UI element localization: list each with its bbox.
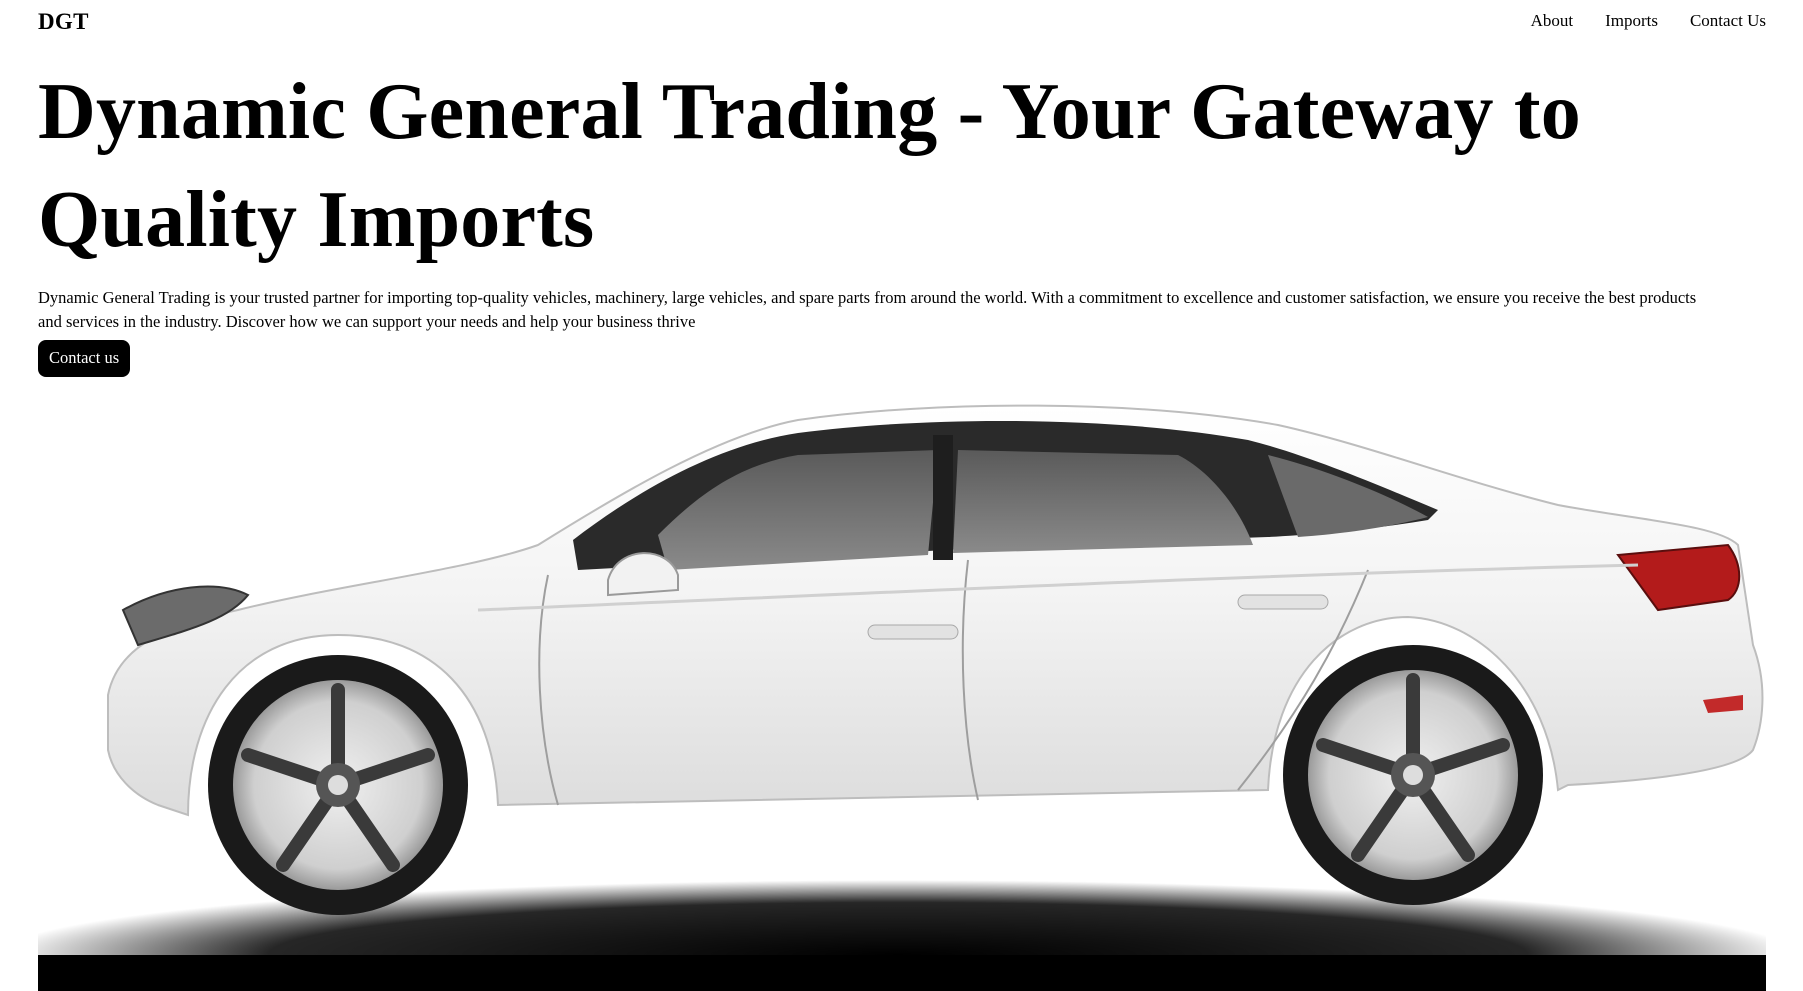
nav-link-contact-us[interactable]: Contact Us [1690, 11, 1766, 31]
car-front-wheel [208, 655, 468, 915]
car-rear-wheel [1283, 645, 1543, 905]
hero-title: Dynamic General Trading - Your Gateway t… [38, 68, 1581, 264]
hero-description: Dynamic General Trading is your trusted … [38, 288, 1697, 331]
brand-logo[interactable]: DGT [38, 10, 89, 33]
page: DGT About Imports Contact Us Dynamic Gen… [38, 0, 1766, 991]
site-header: DGT About Imports Contact Us [38, 0, 1766, 42]
car-door-handle-front [867, 624, 959, 640]
car-door-handle-rear [1237, 594, 1329, 610]
nav-link-about[interactable]: About [1531, 11, 1574, 31]
contact-us-button[interactable]: Contact us [38, 340, 131, 377]
hero-car-image [38, 395, 1766, 991]
main-nav: About Imports Contact Us [1531, 11, 1766, 31]
nav-link-imports[interactable]: Imports [1605, 11, 1658, 31]
